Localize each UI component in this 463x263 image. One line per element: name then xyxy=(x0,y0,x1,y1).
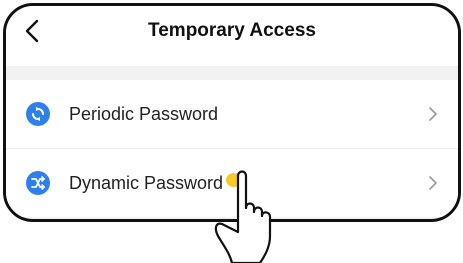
list-item-periodic-password[interactable]: Periodic Password xyxy=(6,80,458,148)
list-item-label: Periodic Password xyxy=(69,103,219,124)
list-item-label: Dynamic Password xyxy=(69,172,224,193)
chevron-right-icon xyxy=(428,106,438,122)
chevron-right-icon xyxy=(428,175,438,191)
refresh-icon xyxy=(26,102,50,126)
shuffle-icon xyxy=(26,171,50,195)
header-bar: Temporary Access xyxy=(6,6,458,66)
page-title: Temporary Access xyxy=(148,20,316,41)
hand-pointer-icon xyxy=(214,170,272,263)
